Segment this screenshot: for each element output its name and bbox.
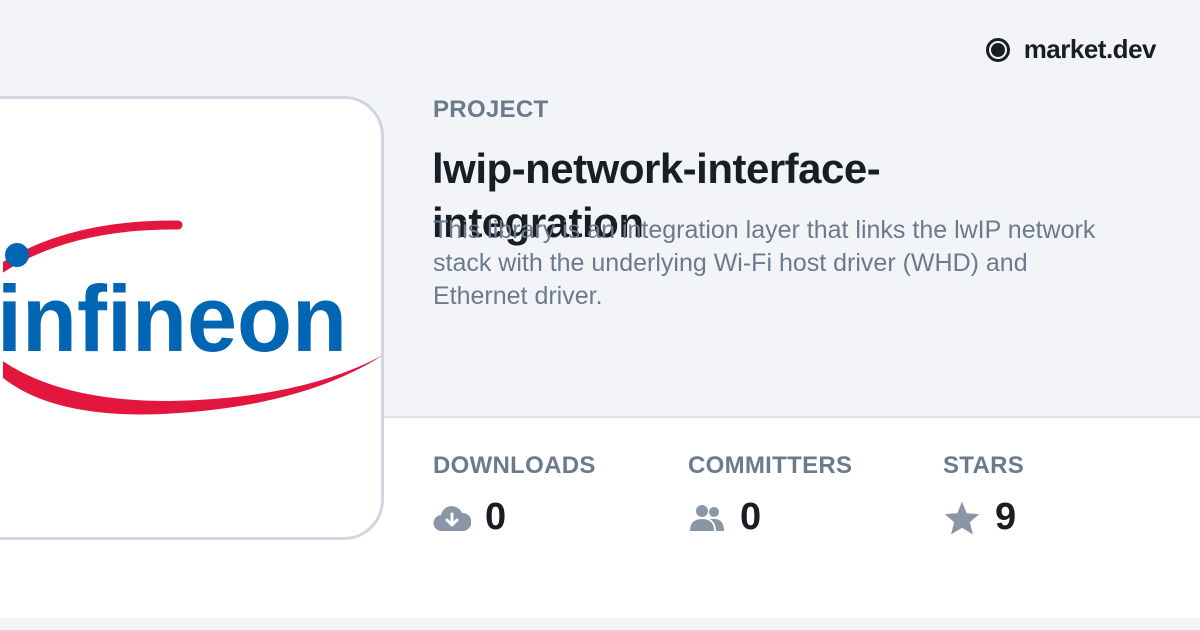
star-icon <box>943 499 981 537</box>
stat-value-committers: 0 <box>740 496 762 538</box>
users-icon <box>688 499 726 537</box>
stat-stars: STARS 9 <box>943 452 1024 539</box>
project-logo-card: infineon <box>0 96 384 540</box>
stat-committers: COMMITTERS 0 <box>688 452 852 539</box>
stat-label-stars: STARS <box>943 452 1025 479</box>
brand-name: market.dev <box>1023 34 1157 64</box>
project-kicker: PROJECT <box>433 96 549 123</box>
stat-label-downloads: DOWNLOADS <box>433 452 596 479</box>
brand[interactable]: market.dev <box>985 34 1157 65</box>
stat-label-committers: COMMITTERS <box>688 452 853 479</box>
footer-strip <box>0 618 1200 630</box>
logo-i-dot <box>5 243 29 267</box>
infineon-logo: infineon <box>3 220 381 415</box>
stat-value-downloads: 0 <box>485 496 507 538</box>
project-description: This library is an integration layer tha… <box>433 216 1096 310</box>
stat-value-stars: 9 <box>995 496 1017 538</box>
stat-downloads: DOWNLOADS 0 <box>433 452 596 539</box>
circle-logo-icon <box>985 37 1010 62</box>
logo-wordmark: infineon <box>3 266 347 371</box>
cloud-download-icon <box>433 499 471 537</box>
